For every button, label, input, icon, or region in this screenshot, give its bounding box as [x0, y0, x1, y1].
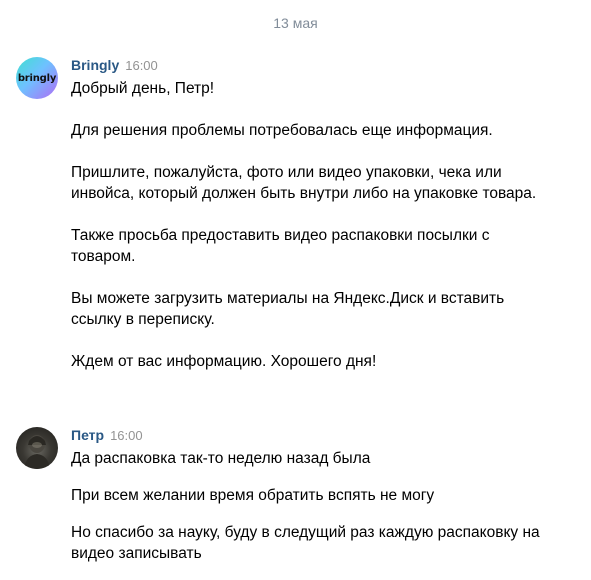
message-time[interactable]: 16:00 — [110, 428, 143, 443]
message-text: Да распаковка так-то неделю назад была П… — [71, 448, 551, 580]
message-header: Петр 16:00 — [71, 427, 143, 443]
message-paragraph: Но спасибо за науку, буду в следущий раз… — [71, 524, 540, 562]
message-time[interactable]: 16:00 — [125, 58, 158, 73]
message-paragraph: Ждем от вас информацию. Хорошего дня! — [71, 353, 377, 370]
message-paragraph: Также просьба предоставить видео распако… — [71, 227, 490, 265]
message-text: Добрый день, Петр! Для решения проблемы … — [71, 78, 551, 372]
user-photo-icon — [24, 435, 50, 469]
message-paragraph: Добрый день, Петр! — [71, 80, 215, 97]
message-paragraph: Вы можете загрузить материалы на Яндекс.… — [71, 290, 505, 328]
bringly-logo-icon: bringly — [17, 72, 57, 84]
message-paragraph: Да распаковка так-то неделю назад была — [71, 450, 371, 467]
petr-avatar[interactable] — [16, 427, 58, 469]
message-paragraph: Пришлите, пожалуйста, фото или видео упа… — [71, 164, 537, 202]
message-header: Bringly 16:00 — [71, 57, 158, 73]
bringly-avatar[interactable]: bringly — [16, 57, 58, 99]
message-paragraph: При всем желании время обратить вспять н… — [71, 487, 435, 504]
date-separator: 13 мая — [273, 15, 318, 31]
message-paragraph: Для решения проблемы потребовалась еще и… — [71, 122, 493, 139]
author-name[interactable]: Петр — [71, 427, 104, 443]
author-name[interactable]: Bringly — [71, 57, 119, 73]
